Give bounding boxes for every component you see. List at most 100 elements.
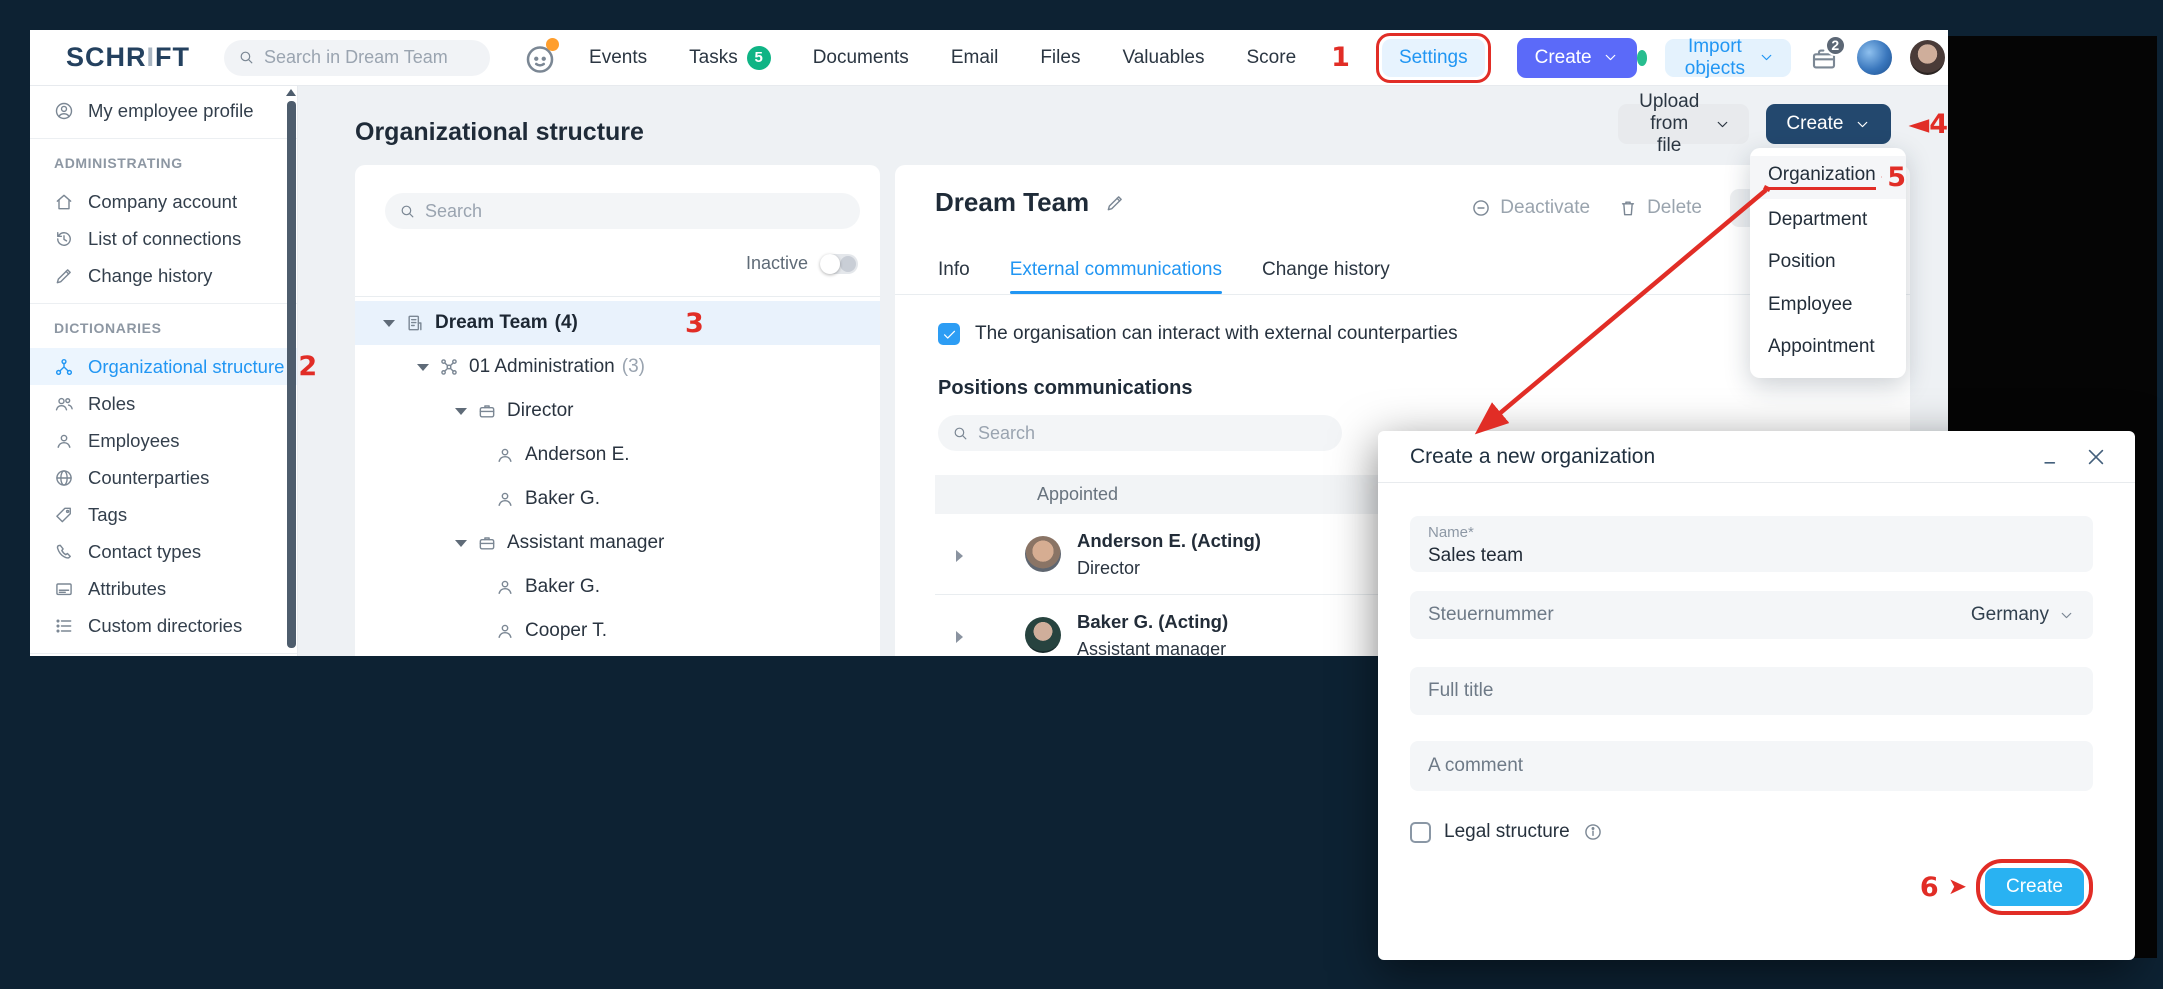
nav-files[interactable]: Files [1019, 47, 1101, 69]
divider [30, 138, 297, 139]
tree-row-organization[interactable]: Dream Team(4) 3 [355, 301, 880, 345]
modal-create-button[interactable]: Create [1985, 868, 2084, 906]
delete-button[interactable]: Delete [1618, 197, 1702, 219]
annotation-ring-settings: Settings [1376, 33, 1491, 83]
comment-field[interactable] [1410, 741, 2093, 791]
search-icon [238, 49, 255, 66]
caret-down-icon[interactable] [455, 540, 467, 547]
sidebar-item-counterparties[interactable]: Counterparties [30, 459, 297, 496]
nav-tasks[interactable]: Tasks5 [668, 46, 792, 70]
sidebar-item-employees[interactable]: Employees [30, 422, 297, 459]
tree-row-position[interactable]: Accountant [355, 653, 880, 656]
sidebar-item-custom-directories[interactable]: Custom directories [30, 607, 297, 644]
deactivate-button[interactable]: Deactivate [1471, 197, 1590, 219]
tree-row-position[interactable]: Director [355, 389, 880, 433]
caret-right-icon[interactable] [956, 631, 963, 643]
import-objects-button[interactable]: Import objects [1665, 39, 1791, 77]
sidebar-item-roles[interactable]: Roles [30, 385, 297, 422]
global-search[interactable] [224, 40, 490, 76]
caret-down-icon[interactable] [383, 320, 395, 327]
nav-settings[interactable]: Settings [1382, 39, 1485, 77]
sidebar-item-attributes[interactable]: Attributes [30, 570, 297, 607]
legal-structure-checkbox[interactable] [1410, 822, 1431, 843]
annotation-step-6: 6 [1920, 874, 1939, 901]
sidebar-section-administrating: ADMINISTRATING [54, 155, 297, 171]
page-actions: Upload from file Create ◄4 [1618, 104, 1948, 144]
full-title-input[interactable] [1428, 680, 2075, 702]
scrollbar-thumb[interactable] [287, 101, 296, 648]
menu-item-organization[interactable]: Organization 5 [1750, 156, 1906, 199]
sidebar-item-change-history[interactable]: Change history [30, 257, 297, 294]
external-counterparties-checkbox[interactable] [938, 323, 960, 345]
app-logo[interactable]: SCHRIFT [66, 42, 190, 73]
team-avatar[interactable] [1857, 40, 1892, 75]
edit-pencil-icon[interactable] [1105, 193, 1125, 213]
close-icon[interactable] [2085, 446, 2107, 468]
tax-number-field[interactable]: Germany [1410, 591, 2093, 639]
inactive-toggle[interactable] [820, 254, 858, 274]
employee-avatar [1025, 617, 1061, 653]
tab-change-history[interactable]: Change history [1262, 259, 1390, 281]
global-search-input[interactable] [264, 47, 476, 68]
positions-search[interactable] [938, 415, 1342, 451]
nav-events[interactable]: Events [568, 47, 668, 69]
nav-score[interactable]: Score [1226, 47, 1318, 69]
comment-input[interactable] [1428, 755, 2075, 777]
chevron-down-icon [1714, 116, 1731, 133]
sidebar-item-my-employee-profile[interactable]: My employee profile [30, 92, 297, 129]
info-icon[interactable] [1583, 822, 1603, 842]
assistant-mascot-icon[interactable] [522, 40, 558, 76]
menu-item-employee[interactable]: Employee [1750, 284, 1906, 327]
menu-item-appointment[interactable]: Appointment [1750, 326, 1906, 369]
user-circle-icon [54, 101, 74, 121]
history-icon [54, 229, 74, 249]
search-icon [952, 425, 969, 442]
tree-row-employee[interactable]: Baker G. [355, 477, 880, 521]
positions-communications-title: Positions communications [938, 377, 1192, 400]
nav-valuables[interactable]: Valuables [1101, 47, 1225, 69]
sidebar-item-contact-types[interactable]: Contact types [30, 533, 297, 570]
tree-row-employee[interactable]: Cooper T. [355, 609, 880, 653]
top-bar: SCHRIFT Events Tasks5 Documents Email Fi… [30, 30, 1948, 86]
nav-documents[interactable]: Documents [792, 47, 930, 69]
tree-row-position[interactable]: Assistant manager [355, 521, 880, 565]
sidebar-item-tags[interactable]: Tags [30, 496, 297, 533]
name-field[interactable]: Name* Sales team [1410, 516, 2093, 572]
minimize-icon[interactable] [2041, 447, 2061, 467]
trash-icon [1618, 198, 1638, 218]
tree-row-department[interactable]: 01 Administration(3) [355, 345, 880, 389]
tax-number-input[interactable] [1428, 604, 1971, 626]
menu-item-department[interactable]: Department [1750, 199, 1906, 242]
user-avatar[interactable] [1910, 40, 1945, 75]
briefcase-icon[interactable]: 2 [1809, 43, 1839, 73]
scroll-up-arrow[interactable] [286, 89, 296, 96]
sidebar-item-company-account[interactable]: Company account [30, 183, 297, 220]
sidebar-scrollbar[interactable] [286, 86, 296, 656]
nav-email[interactable]: Email [930, 47, 1020, 69]
page-create-button[interactable]: Create [1766, 104, 1891, 144]
tree-row-employee[interactable]: Baker G. [355, 565, 880, 609]
global-create-button[interactable]: Create [1517, 38, 1637, 78]
organization-icon [405, 313, 425, 333]
positions-search-input[interactable] [978, 423, 1328, 444]
caret-right-icon[interactable] [956, 550, 963, 562]
sidebar-item-list-of-connections[interactable]: List of connections [30, 220, 297, 257]
upload-from-file-button[interactable]: Upload from file [1618, 104, 1749, 144]
menu-item-position[interactable]: Position [1750, 241, 1906, 284]
tree-search[interactable] [385, 193, 860, 229]
sidebar-item-organizational-structure[interactable]: Organizational structure 2 [30, 348, 297, 385]
tab-info[interactable]: Info [938, 259, 970, 281]
chevron-down-icon [1854, 116, 1871, 133]
caret-down-icon[interactable] [417, 364, 429, 371]
card-icon [54, 579, 74, 599]
caret-down-icon[interactable] [455, 408, 467, 415]
full-title-field[interactable] [1410, 667, 2093, 715]
tab-external-communications[interactable]: External communications [1010, 259, 1222, 281]
name-value[interactable]: Sales team [1428, 545, 2075, 567]
create-dropdown-menu: Organization 5 Department Position Emplo… [1750, 148, 1906, 378]
chevron-down-icon [1602, 49, 1619, 66]
tree-search-input[interactable] [425, 201, 846, 222]
employee-avatar [1025, 536, 1061, 572]
country-select[interactable]: Germany [1971, 604, 2075, 626]
tree-row-employee[interactable]: Anderson E. [355, 433, 880, 477]
